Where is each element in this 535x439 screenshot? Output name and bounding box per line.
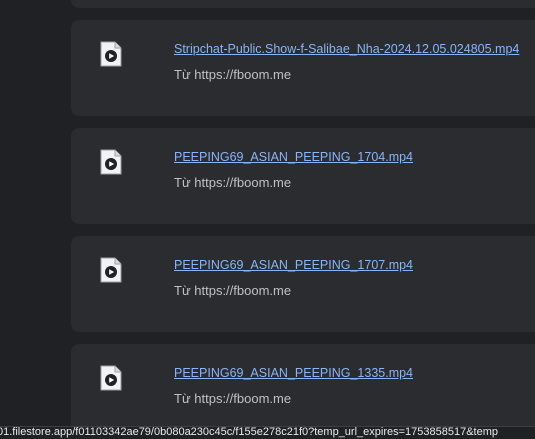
download-source: Từ https://fboom.me (174, 175, 292, 190)
download-filename-link[interactable]: PEEPING69_ASIAN_PEEPING_1707.mp4 (174, 258, 413, 272)
download-source: Từ https://fboom.me (174, 67, 292, 82)
status-url-text: 01.filestore.app/f01103342ae79/0b080a230… (0, 426, 499, 438)
download-filename-link[interactable]: PEEPING69_ASIAN_PEEPING_1335.mp4 (174, 366, 413, 380)
video-file-icon[interactable] (100, 365, 122, 391)
download-item[interactable]: PEEPING69_ASIAN_PEEPING_1335.mp4 Từ http… (71, 344, 535, 439)
download-item[interactable]: Stripchat-Public.Show-f-Salibae_Nha-2024… (71, 20, 535, 116)
download-source: Từ https://fboom.me (174, 391, 292, 406)
download-filename-link[interactable]: PEEPING69_ASIAN_PEEPING_1704.mp4 (174, 150, 413, 164)
downloads-viewport: Stripchat-Public.Show-f-Salibae_Nha-2024… (0, 0, 535, 439)
video-file-icon[interactable] (100, 41, 122, 67)
video-file-icon[interactable] (100, 257, 122, 283)
video-file-icon[interactable] (100, 149, 122, 175)
download-source: Từ https://fboom.me (174, 283, 292, 298)
download-item[interactable]: PEEPING69_ASIAN_PEEPING_1707.mp4 Từ http… (71, 236, 535, 332)
status-bar-url: 01.filestore.app/f01103342ae79/0b080a230… (0, 426, 535, 439)
download-item[interactable]: PEEPING69_ASIAN_PEEPING_1704.mp4 Từ http… (71, 128, 535, 224)
download-filename-link[interactable]: Stripchat-Public.Show-f-Salibae_Nha-2024… (174, 42, 519, 56)
download-item-partial (71, 0, 535, 8)
